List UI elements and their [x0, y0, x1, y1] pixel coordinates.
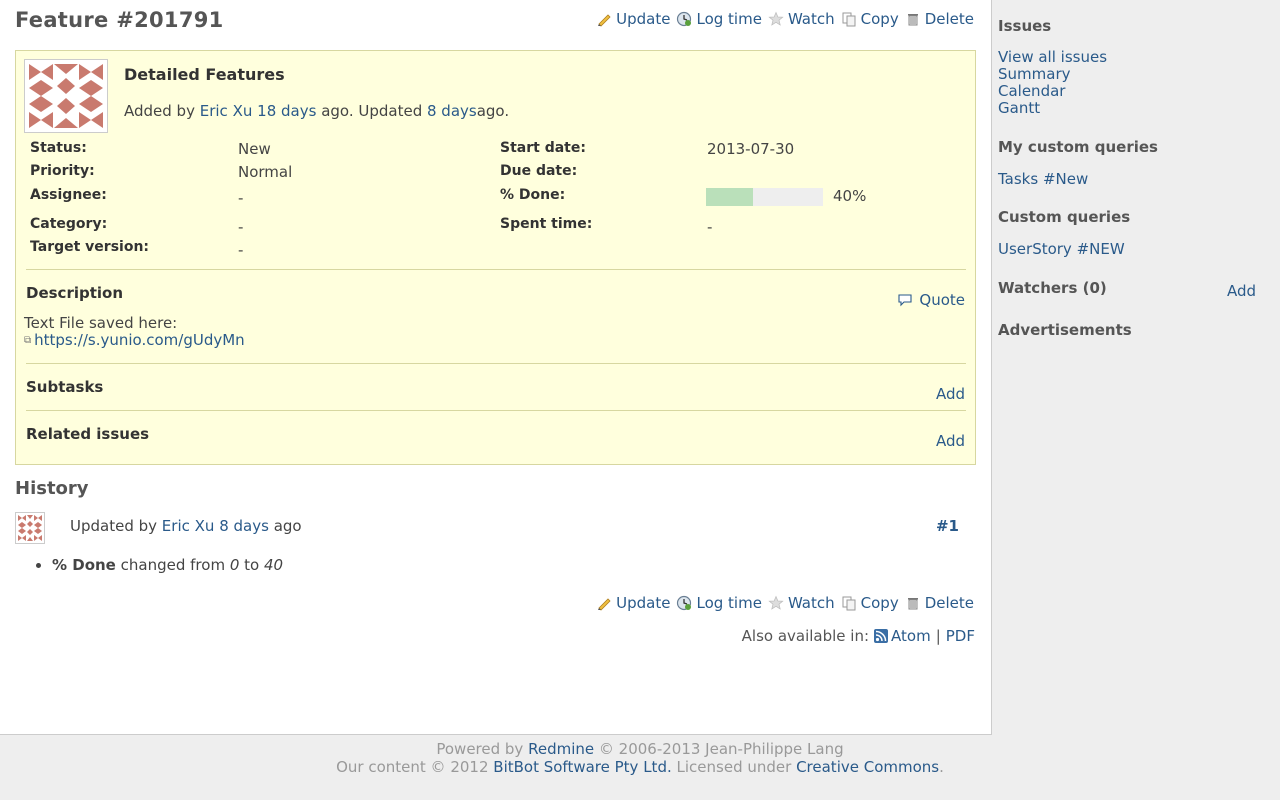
category-value: -	[238, 218, 244, 236]
issue-actions-top: Update Log time Watch Copy Delete	[596, 10, 974, 28]
priority-value: Normal	[238, 163, 293, 181]
status-label: Status:	[30, 140, 87, 156]
pencil-icon	[596, 595, 612, 611]
issue-actions-bottom: Update Log time Watch Copy Delete	[596, 594, 974, 612]
issue-author-line: Added by Eric Xu 18 days ago. Updated 8 …	[124, 102, 510, 120]
clock-icon	[676, 595, 692, 611]
external-link-icon: ⧉	[24, 335, 32, 346]
add-subtask-link[interactable]: Add	[936, 385, 965, 403]
sidebar-issue-links: View all issues Summary Calendar Gantt	[998, 49, 1107, 117]
log-time-button[interactable]: Log time	[676, 594, 762, 612]
log-time-button[interactable]: Log time	[676, 10, 762, 28]
sidebar: Issues View all issues Summary Calendar …	[993, 0, 1280, 735]
watch-button[interactable]: Watch	[768, 10, 835, 28]
priority-label: Priority:	[30, 163, 95, 179]
description-link[interactable]: https://s.yunio.com/gUdyMn	[34, 332, 245, 349]
assignee-value: -	[238, 189, 244, 207]
trash-icon	[905, 595, 921, 611]
journal-avatar	[15, 512, 45, 544]
issue-subject: Detailed Features	[124, 65, 285, 84]
quote-button[interactable]: Quote	[897, 291, 965, 309]
assignee-label: Assignee:	[30, 187, 107, 203]
add-related-issue-link[interactable]: Add	[936, 432, 965, 450]
due-date-label: Due date:	[500, 163, 578, 179]
created-link[interactable]: 18 days	[257, 102, 316, 120]
other-formats: Also available in: Atom | PDF	[741, 627, 975, 645]
trash-icon	[905, 11, 921, 27]
sidebar-link-summary[interactable]: Summary	[998, 66, 1107, 83]
update-button[interactable]: Update	[596, 10, 670, 28]
sidebar-query-tasks-new[interactable]: Tasks #New	[998, 171, 1088, 188]
journal-number-link[interactable]: #1	[936, 517, 959, 535]
author-avatar	[24, 59, 108, 133]
journal-detail-item: % Done changed from 0 to 40	[52, 556, 283, 574]
clock-icon	[676, 11, 692, 27]
atom-link[interactable]: Atom	[874, 627, 931, 645]
company-link[interactable]: BitBot Software Pty Ltd.	[493, 758, 671, 776]
sidebar-custom-queries-heading: Custom queries	[998, 208, 1131, 226]
speech-bubble-icon	[897, 292, 913, 308]
issue-details: Detailed Features Added by Eric Xu 18 da…	[15, 50, 976, 465]
watch-button[interactable]: Watch	[768, 594, 835, 612]
journal-author-link[interactable]: Eric Xu	[162, 517, 215, 535]
divider	[26, 269, 966, 270]
done-progress-fill	[706, 188, 753, 206]
star-icon	[768, 11, 784, 27]
history-heading: History	[15, 478, 89, 499]
author-link[interactable]: Eric Xu	[200, 102, 253, 120]
main-content: Feature #201791 Update Log time Watch Co…	[0, 0, 992, 735]
description-link-row: ⧉ https://s.yunio.com/gUdyMn	[24, 332, 245, 349]
sidebar-link-calendar[interactable]: Calendar	[998, 83, 1107, 100]
subtasks-heading: Subtasks	[26, 378, 104, 396]
target-version-value: -	[238, 241, 244, 259]
copy-button[interactable]: Copy	[841, 594, 899, 612]
divider	[26, 363, 966, 364]
sidebar-query-userstory-new[interactable]: UserStory #NEW	[998, 241, 1125, 258]
description-body: Text File saved here: ⧉ https://s.yunio.…	[24, 315, 245, 349]
start-date-label: Start date:	[500, 140, 586, 156]
delete-button[interactable]: Delete	[905, 10, 974, 28]
copy-icon	[841, 595, 857, 611]
footer-powered-line: Powered by Redmine © 2006-2013 Jean-Phil…	[436, 740, 844, 758]
feed-icon	[874, 629, 889, 643]
spent-time-value: -	[707, 218, 713, 236]
sidebar-link-view-all-issues[interactable]: View all issues	[998, 49, 1107, 66]
done-progress-bar	[706, 188, 823, 206]
copy-button[interactable]: Copy	[841, 10, 899, 28]
done-label: % Done:	[500, 187, 566, 203]
category-label: Category:	[30, 216, 108, 232]
sidebar-watchers-heading: Watchers (0)	[998, 279, 1107, 297]
done-value: 40%	[833, 187, 867, 205]
sidebar-my-queries-heading: My custom queries	[998, 138, 1158, 156]
sidebar-advertisements-heading: Advertisements	[998, 321, 1132, 339]
journal-date-link[interactable]: 8 days	[219, 517, 269, 535]
star-icon	[768, 595, 784, 611]
related-issues-heading: Related issues	[26, 425, 150, 443]
footer: Powered by Redmine © 2006-2013 Jean-Phil…	[0, 740, 1280, 776]
copy-icon	[841, 11, 857, 27]
description-text: Text File saved here:	[24, 314, 178, 332]
license-link[interactable]: Creative Commons	[796, 758, 939, 776]
divider	[26, 410, 966, 411]
sidebar-link-gantt[interactable]: Gantt	[998, 100, 1107, 117]
description-heading: Description	[26, 284, 124, 302]
redmine-link[interactable]: Redmine	[528, 740, 594, 758]
update-button[interactable]: Update	[596, 594, 670, 612]
add-watcher-link[interactable]: Add	[1227, 282, 1256, 300]
updated-link[interactable]: 8 days	[427, 102, 477, 120]
pdf-link[interactable]: PDF	[946, 627, 975, 645]
spent-time-label: Spent time:	[500, 216, 593, 232]
footer-content-line: Our content © 2012 BitBot Software Pty L…	[336, 758, 944, 776]
page-title: Feature #201791	[15, 8, 224, 32]
status-value: New	[238, 140, 271, 158]
sidebar-issues-heading: Issues	[998, 17, 1052, 35]
target-version-label: Target version:	[30, 239, 150, 255]
delete-button[interactable]: Delete	[905, 594, 974, 612]
start-date-value: 2013-07-30	[707, 140, 795, 158]
journal-header: Updated by Eric Xu 8 days ago	[70, 517, 302, 535]
pencil-icon	[596, 11, 612, 27]
journal-details: % Done changed from 0 to 40	[52, 556, 283, 574]
